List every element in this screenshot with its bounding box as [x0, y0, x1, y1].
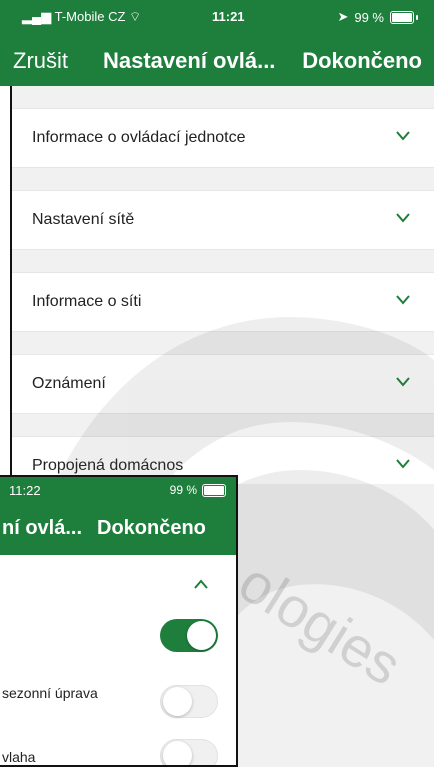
app-header: ▂▄▆ T-Mobile CZ ⌔ 11:21 ➤ 99 % Zrušit Na…: [0, 0, 434, 86]
status-time: 11:21: [212, 9, 245, 24]
toggle-switch-off[interactable]: [160, 685, 218, 718]
toggle-label: sezonní úprava: [2, 685, 98, 701]
done-button[interactable]: Dokončeno: [97, 517, 206, 540]
chevron-down-icon[interactable]: [396, 131, 410, 143]
battery-percent: 99 %: [169, 483, 197, 497]
chevron-up-icon[interactable]: [194, 576, 208, 589]
status-right: ➤ 99 %: [337, 9, 418, 25]
page-title: ní ovlá...: [2, 517, 83, 539]
section-controller-info[interactable]: Informace o ovládací jednotce: [12, 108, 434, 168]
battery-icon: [202, 483, 226, 497]
chevron-down-icon[interactable]: [396, 377, 410, 389]
expanded-section-header[interactable]: [0, 555, 236, 610]
status-time: 11:22: [9, 483, 41, 498]
page-title: Nastavení ovlá...: [103, 48, 276, 73]
done-button[interactable]: Dokončeno: [302, 48, 422, 74]
nav-bar: Zrušit Nastavení ovlá... Dokončeno: [0, 44, 434, 78]
battery-percent: 99 %: [354, 9, 384, 25]
section-label: Propojená domácnos: [32, 457, 184, 474]
battery-icon: [390, 10, 414, 24]
toggle-switch-on[interactable]: [160, 619, 218, 652]
toggle-label: vlaha: [2, 749, 36, 765]
section-label: Informace o síti: [32, 293, 142, 310]
location-arrow-icon: ➤: [337, 9, 349, 24]
status-right: 99 %: [170, 483, 226, 497]
toggle-row: [0, 609, 236, 662]
section-label: Nastavení sítě: [32, 211, 135, 228]
chevron-down-icon[interactable]: [396, 459, 410, 471]
section-label: Oznámení: [32, 375, 106, 392]
chevron-down-icon[interactable]: [396, 213, 410, 225]
signal-icon: ▂▄▆: [22, 9, 52, 24]
section-label: Informace o ovládací jednotce: [32, 129, 246, 146]
toggle-row-seasonal: sezonní úprava: [0, 661, 236, 734]
section-network-settings[interactable]: Nastavení sítě: [12, 190, 434, 250]
toggle-row-moisture: vlaha: [0, 733, 236, 765]
section-notifications[interactable]: Oznámení: [12, 354, 434, 414]
overlay-screenshot: 11:22 99 % ní ovlá... Dokončeno sezonní …: [0, 475, 238, 767]
cancel-button[interactable]: Zrušit: [13, 48, 68, 74]
overlay-header: 11:22 99 % ní ovlá... Dokončeno: [0, 477, 236, 555]
toggle-switch-off[interactable]: [160, 739, 218, 765]
carrier-label: ▂▄▆ T-Mobile CZ ⌔: [22, 9, 142, 24]
section-network-info[interactable]: Informace o síti: [12, 272, 434, 332]
settings-list: Informace o ovládací jednotce Nastavení …: [12, 86, 434, 496]
status-bar: ▂▄▆ T-Mobile CZ ⌔ 11:21 ➤ 99 %: [0, 0, 434, 28]
wifi-icon: ⌔: [129, 9, 142, 24]
chevron-down-icon[interactable]: [396, 295, 410, 307]
